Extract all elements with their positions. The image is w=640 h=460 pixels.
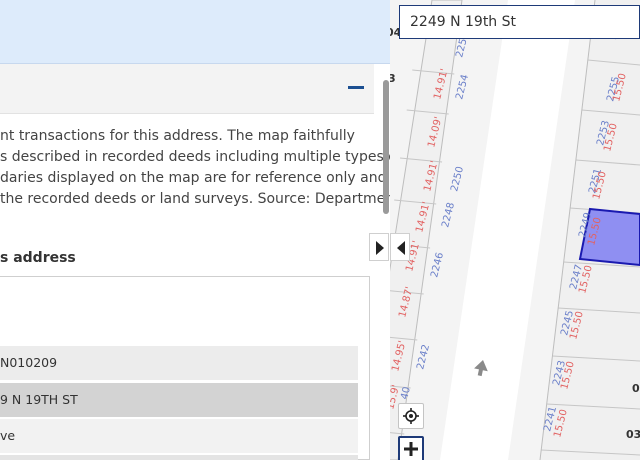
triangle-left-icon	[397, 241, 405, 255]
triangle-right-icon	[376, 241, 384, 255]
collapse-panel-button[interactable]	[390, 233, 410, 261]
disclaimer-line: daries displayed on the map are for refe…	[0, 170, 387, 186]
info-row-status: ve	[0, 419, 358, 453]
panel-scrollbar[interactable]	[383, 80, 389, 214]
address-search-input[interactable]: 2249 N 19th St	[399, 5, 640, 39]
disclaimer-line: nt transactions for this address. The ma…	[0, 128, 355, 144]
address-subheading: s address	[0, 250, 76, 266]
locate-me-button[interactable]	[398, 403, 424, 429]
disclaimer-text: nt transactions for this address. The ma…	[0, 126, 390, 210]
zoom-in-button[interactable]	[398, 436, 424, 460]
lot-code-label: 03	[632, 382, 640, 395]
section-header[interactable]	[0, 64, 374, 114]
info-row-address: 9 N 19TH ST	[0, 383, 358, 417]
disclaimer-line: s described in recorded deeds including …	[0, 149, 390, 165]
expand-panel-button[interactable]	[369, 233, 389, 261]
house-number-label: 2242	[415, 343, 432, 370]
info-row-account: N010209	[0, 346, 358, 380]
plus-icon	[404, 442, 418, 456]
address-info-table: N010209 9 N 19TH ST ve	[0, 276, 370, 460]
info-row-partial	[0, 455, 358, 460]
collapse-section-button[interactable]	[348, 86, 364, 89]
lot-code-label: 3	[390, 72, 396, 85]
disclaimer-line: the recorded deeds or land surveys. Sour…	[0, 191, 390, 207]
house-number-label: 2250	[449, 165, 466, 192]
crosshair-icon	[403, 408, 419, 424]
house-number-label: 2248	[440, 201, 457, 228]
house-number-label: 2254	[454, 73, 471, 100]
map-canvas[interactable]: 22582254225022482246224240 14.91'14.09'1…	[390, 0, 640, 460]
panel-header-banner	[0, 0, 390, 64]
parcel-map[interactable]: 2258 2254 2250 2248 2246 2242 40 14.91' 14.09' 1…	[390, 0, 640, 460]
house-number-label: 2246	[429, 251, 446, 278]
property-info-panel: nt transactions for this address. The ma…	[0, 0, 390, 460]
lot-code-label: 03	[626, 428, 640, 441]
